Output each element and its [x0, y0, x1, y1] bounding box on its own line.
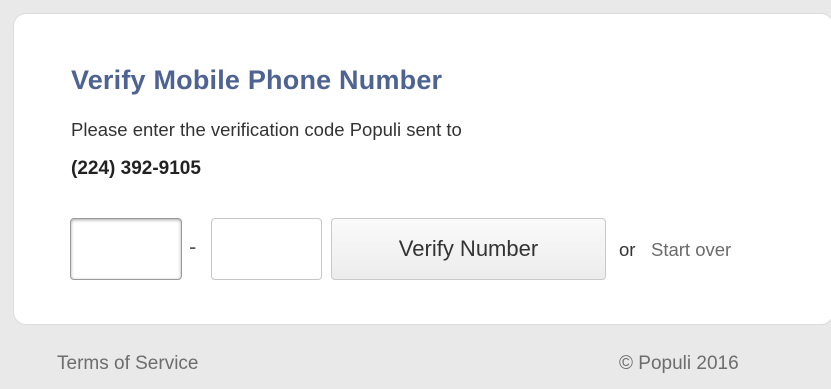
phone-number: (224) 392-9105	[71, 158, 201, 179]
verify-phone-page: Verify Mobile Phone Number Please enter …	[0, 0, 831, 389]
code-separator: -	[189, 234, 197, 259]
verify-number-button[interactable]: Verify Number	[331, 218, 606, 280]
copyright-text: © Populi 2016	[619, 353, 739, 374]
terms-of-service-link[interactable]: Terms of Service	[57, 352, 198, 376]
or-text: or	[619, 239, 636, 260]
code-part2-input[interactable]	[211, 218, 322, 280]
page-title: Verify Mobile Phone Number	[71, 65, 443, 95]
verification-card: Verify Mobile Phone Number Please enter …	[14, 14, 831, 324]
start-over-link[interactable]: Start over	[651, 238, 731, 262]
code-part1-input[interactable]	[70, 218, 182, 280]
instruction-text: Please enter the verification code Popul…	[71, 119, 462, 140]
